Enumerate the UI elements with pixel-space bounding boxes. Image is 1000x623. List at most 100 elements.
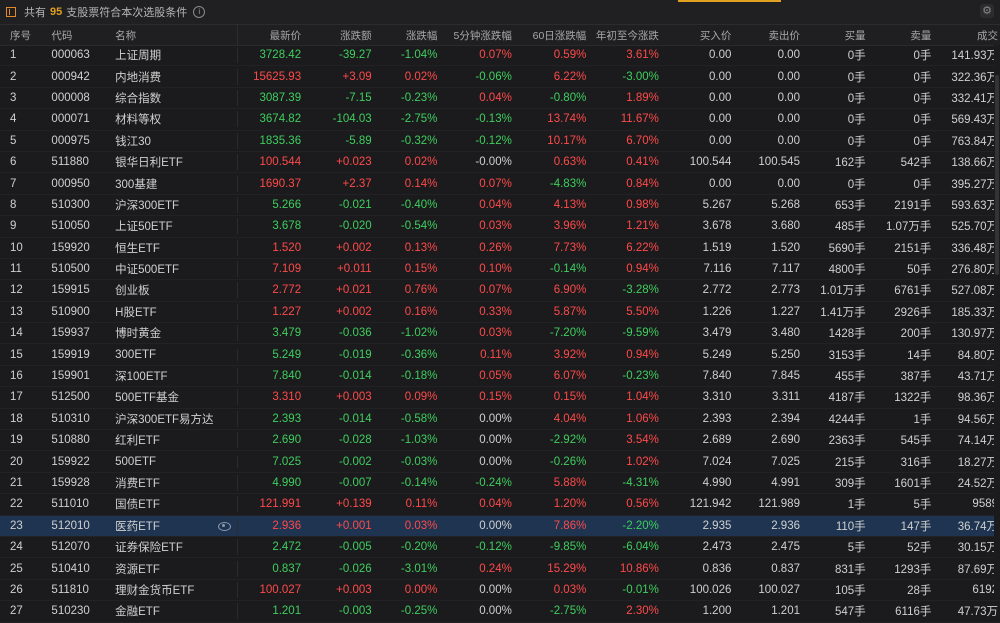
table-row[interactable]: 9 510050 上证50ETF 3.678 -0.020 -0.54% 0.03% 3.96… bbox=[0, 216, 1000, 238]
table-row[interactable]: 7 000950 300基建 1690.37 +2.37 0.14% 0.07% -4.83%… bbox=[0, 173, 1000, 195]
row-bid-volume: 110手 bbox=[835, 520, 866, 533]
row-change: -7.15 bbox=[345, 91, 372, 104]
table-row[interactable]: 25 510410 资源ETF 0.837 -0.026 -3.01% 0.24% 15.29… bbox=[0, 558, 1000, 580]
row-change: -0.020 bbox=[339, 220, 372, 233]
row-name: 资源ETF bbox=[111, 560, 239, 577]
row-bid-volume: 0手 bbox=[847, 92, 866, 105]
row-change-pct: -0.36% bbox=[400, 348, 438, 361]
header-price[interactable]: 最新价 bbox=[238, 25, 305, 45]
row-change-pct: 0.02% bbox=[404, 156, 438, 169]
header-bid-price[interactable]: 买入价 bbox=[663, 25, 736, 45]
row-change-pct: -1.03% bbox=[400, 434, 438, 447]
table-row[interactable]: 1 000063 上证周期 3728.42 -39.27 -1.04% 0.07% 0.59%… bbox=[0, 45, 1000, 67]
row-change-pct: 0.09% bbox=[404, 391, 438, 404]
row-60day-pct: 15.29% bbox=[547, 562, 587, 575]
table-row[interactable]: 14 159937 博时黄金 3.479 -0.036 -1.02% 0.03% -7.20%… bbox=[0, 323, 1000, 345]
table-row[interactable]: 18 510310 沪深300ETF易方达 2.393 -0.014 -0.58% 0.00… bbox=[0, 409, 1000, 431]
row-ytd-pct: 3.61% bbox=[626, 49, 659, 62]
row-bid-price: 0.00 bbox=[708, 49, 732, 62]
header-turnover[interactable]: 成交 bbox=[935, 25, 1000, 45]
table-row[interactable]: 24 512070 证券保险ETF 2.472 -0.005 -0.20% -0.12% -9… bbox=[0, 537, 1000, 559]
row-60day-pct: 4.04% bbox=[553, 412, 587, 425]
table-row[interactable]: 21 159928 消费ETF 4.990 -0.007 -0.14% -0.24% 5.88… bbox=[0, 473, 1000, 495]
row-change: +3.09 bbox=[342, 70, 372, 83]
row-ask-volume: 50手 bbox=[907, 264, 932, 277]
row-bid-price: 3.479 bbox=[702, 327, 732, 340]
row-bid-price: 5.267 bbox=[702, 198, 732, 211]
row-change-pct: -0.40% bbox=[400, 198, 438, 211]
row-bid-volume: 653手 bbox=[834, 199, 866, 212]
row-ask-volume: 1322手 bbox=[894, 392, 932, 405]
header-code[interactable]: 代码 bbox=[39, 25, 111, 45]
row-ask-volume: 5手 bbox=[913, 499, 932, 512]
active-tab-indicator bbox=[678, 0, 781, 2]
header-index[interactable]: 序号 bbox=[0, 25, 39, 45]
header-ask-price[interactable]: 卖出价 bbox=[735, 25, 804, 45]
row-bid-price: 0.00 bbox=[708, 113, 732, 126]
scrollbar-thumb[interactable] bbox=[995, 75, 999, 275]
panel-toggle-icon[interactable] bbox=[6, 7, 16, 17]
row-ask-price: 3.680 bbox=[771, 220, 800, 233]
row-5min-pct: 0.04% bbox=[479, 498, 512, 511]
row-change: -0.019 bbox=[339, 348, 372, 361]
table-row[interactable]: 27 510230 金融ETF 1.201 -0.003 -0.25% 0.00% -2.75… bbox=[0, 601, 1000, 623]
row-code: 510880 bbox=[51, 434, 90, 447]
row-index: 6 bbox=[10, 156, 17, 169]
row-change-pct: 0.11% bbox=[405, 498, 438, 511]
table-row[interactable]: 3 000008 综合指数 3087.39 -7.15 -0.23% 0.04% -0.80%… bbox=[0, 88, 1000, 110]
watch-eye-icon[interactable] bbox=[218, 521, 232, 531]
table-row[interactable]: 2 000942 内地消费 15625.93 +3.09 0.02% -0.06% 6.22%… bbox=[0, 66, 1000, 88]
row-ask-volume: 6116手 bbox=[895, 606, 932, 619]
table-row[interactable]: 23 512010 医药ETF 2.936 +0.001 0.03% 0.00% 7.86% -… bbox=[0, 515, 1000, 537]
table-row[interactable]: 19 510880 红利ETF 2.690 -0.028 -1.03% 0.00% -2.92… bbox=[0, 430, 1000, 452]
row-change: +0.139 bbox=[336, 498, 372, 511]
header-change[interactable]: 涨跌额 bbox=[305, 25, 376, 45]
header-name[interactable]: 名称 bbox=[111, 25, 239, 45]
row-60day-pct: -4.83% bbox=[549, 177, 587, 190]
row-60day-pct: -2.92% bbox=[549, 434, 587, 447]
header-60day-pct[interactable]: 60日涨跌幅 bbox=[516, 25, 590, 45]
table-row[interactable]: 13 510900 H股ETF 1.227 +0.002 0.16% 0.33% 5.87% 5… bbox=[0, 302, 1000, 324]
header-ask-volume[interactable]: 卖量 bbox=[870, 25, 936, 45]
row-change: -0.021 bbox=[339, 198, 372, 211]
table-row[interactable]: 16 159901 深100ETF 7.840 -0.014 -0.18% 0.05% 6.0… bbox=[0, 366, 1000, 388]
row-bid-volume: 547手 bbox=[834, 606, 866, 619]
table-row[interactable]: 17 512500 500ETF基金 3.310 +0.003 0.09% 0.15% 0.1… bbox=[0, 387, 1000, 409]
table-row[interactable]: 22 511010 国债ETF 121.991 +0.139 0.11% 0.04% 1.20… bbox=[0, 494, 1000, 516]
row-ytd-pct: 0.94% bbox=[626, 348, 659, 361]
header-change-pct[interactable]: 涨跌幅 bbox=[376, 25, 442, 45]
row-ask-price: 0.00 bbox=[777, 134, 800, 147]
header-bid-volume[interactable]: 买量 bbox=[804, 25, 870, 45]
row-bid-volume: 162手 bbox=[834, 157, 866, 170]
row-change-pct: 0.03% bbox=[404, 519, 438, 532]
table-row[interactable]: 20 159922 500ETF 7.025 -0.002 -0.03% 0.00% -0.2… bbox=[0, 451, 1000, 473]
row-60day-pct: 1.20% bbox=[553, 498, 587, 511]
row-ytd-pct: 1.04% bbox=[626, 391, 659, 404]
info-icon[interactable]: i bbox=[193, 6, 206, 18]
header-5min-pct[interactable]: 5分钟涨跌幅 bbox=[441, 25, 515, 45]
row-bid-volume: 1428手 bbox=[828, 328, 866, 341]
header-ytd-pct[interactable]: 年初至今涨跌 bbox=[590, 25, 663, 45]
table-row[interactable]: 8 510300 沪深300ETF 5.266 -0.021 -0.40% 0.04% 4.1… bbox=[0, 195, 1000, 217]
row-change: -0.002 bbox=[339, 455, 372, 468]
row-name: 500ETF基金 bbox=[111, 389, 239, 406]
row-bid-volume: 4187手 bbox=[828, 392, 866, 405]
row-5min-pct: 0.00% bbox=[479, 605, 512, 618]
row-name: 沪深300ETF bbox=[111, 196, 239, 213]
vertical-scrollbar[interactable] bbox=[994, 45, 1000, 594]
table-row[interactable]: 26 511810 理财金货币ETF 100.027 +0.003 0.00% 0.00% 0… bbox=[0, 580, 1000, 602]
table-row[interactable]: 11 510500 中证500ETF 7.109 +0.011 0.15% 0.10% -0.… bbox=[0, 259, 1000, 281]
table-row[interactable]: 4 000071 材料等权 3674.82 -104.03 -2.75% -0.13% 13.… bbox=[0, 109, 1000, 131]
table-row[interactable]: 15 159919 300ETF 5.249 -0.019 -0.36% 0.11% 3.92… bbox=[0, 344, 1000, 366]
settings-gear-icon[interactable]: ⚙ bbox=[980, 4, 994, 18]
row-60day-pct: -0.14% bbox=[549, 263, 587, 276]
table-row[interactable]: 5 000975 钱江30 1835.36 -5.89 -0.32% -0.12% 10.17… bbox=[0, 131, 1000, 152]
row-name: 消费ETF bbox=[111, 475, 239, 491]
table-row[interactable]: 12 159915 创业板 2.772 +0.021 0.76% 0.07% 6.90% -3.… bbox=[0, 280, 1000, 302]
table-row[interactable]: 10 159920 恒生ETF 1.520 +0.002 0.13% 0.26% 7.73% 6… bbox=[0, 238, 1000, 259]
row-bid-volume: 831手 bbox=[834, 563, 866, 576]
table-row[interactable]: 6 511880 银华日利ETF 100.544 +0.023 0.02% -0.00% 0.… bbox=[0, 152, 1000, 174]
row-ask-volume: 200手 bbox=[900, 328, 932, 341]
row-change: -0.026 bbox=[339, 562, 372, 575]
row-bid-price: 5.249 bbox=[702, 348, 732, 361]
